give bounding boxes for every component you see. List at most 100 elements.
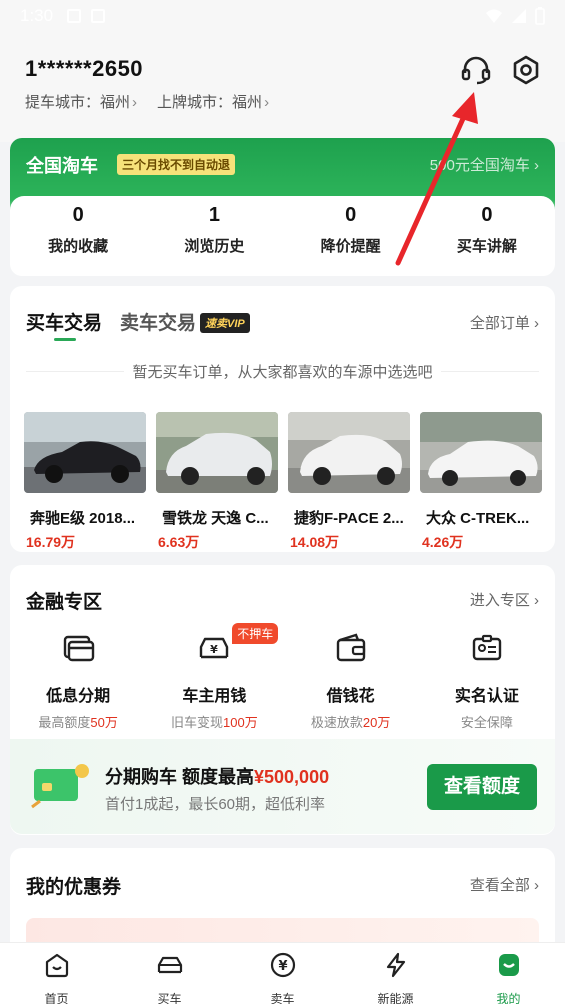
installment-amount: ¥500,000 <box>254 767 330 787</box>
car-card[interactable]: 雪铁龙 天逸 C... 6.63万 <box>156 412 278 552</box>
lightning-icon <box>386 952 405 978</box>
profile-icon <box>498 954 519 976</box>
tab-new-energy[interactable]: 新能源 <box>339 943 452 1004</box>
header-background <box>0 32 565 142</box>
see-all-label: 查看全部 <box>469 877 530 894</box>
stats-row: 0 我的收藏 1 浏览历史 0 降价提醒 0 买车讲解 <box>10 196 555 276</box>
headset-icon[interactable] <box>460 54 492 86</box>
installment-subtitle: 首付1成起，最长60期，超低利率 <box>105 796 326 813</box>
status-right <box>485 7 545 25</box>
orders-card: 买车交易 卖车交易 速卖VIP 全部订单 › 暂无买车订单，从大家都喜欢的车源中选… <box>10 286 555 552</box>
empty-orders-note: 暂无买车订单，从大家都喜欢的车源中选选吧 <box>10 361 555 382</box>
tab-label: 买车交易 <box>26 313 103 334</box>
car-photo <box>420 412 542 493</box>
car-card[interactable]: 捷豹F-PACE 2... 14.08万 <box>288 412 410 552</box>
installment-title-b: 额度最高 <box>182 767 255 787</box>
car-photo <box>156 412 278 493</box>
car-price: 6.63万 <box>158 534 200 550</box>
chevron-right-icon: › <box>529 315 539 332</box>
finance-options: 低息分期 最高额度50万 不押车 ¥ 车主用钱 旧车变现100万 借钱花 极速放… <box>10 623 555 731</box>
credit-card-icon <box>31 764 89 809</box>
finance-item-sub: 最高额度50万 <box>10 712 146 731</box>
finance-title: 金融专区 <box>26 592 103 613</box>
id-card-icon <box>472 634 502 661</box>
stat-label: 我的收藏 <box>48 238 109 255</box>
car-price: 16.79万 <box>26 534 76 550</box>
empty-orders-text: 暂无买车订单，从大家都喜欢的车源中选选吧 <box>124 364 441 381</box>
pickup-city-selector[interactable]: 提车城市：福州 › <box>25 91 137 112</box>
finance-item-title: 实名认证 <box>454 688 519 705</box>
settings-icon[interactable] <box>510 54 542 86</box>
finance-low-interest[interactable]: 低息分期 最高额度50万 <box>10 631 146 731</box>
all-orders-label: 全部订单 <box>469 315 530 332</box>
finance-item-sub-text: 安全保障 <box>460 715 513 730</box>
finance-real-name[interactable]: 实名认证 安全保障 <box>419 631 555 731</box>
svg-text:¥: ¥ <box>211 643 219 656</box>
finance-item-sub-text: 最高额度 <box>38 715 91 730</box>
chevron-right-icon: › <box>529 592 539 609</box>
plate-city-label: 上牌城市： <box>157 94 233 111</box>
tab-sell-car[interactable]: ¥ 卖车 <box>226 943 339 1004</box>
tab-home[interactable]: 首页 <box>0 943 113 1004</box>
wallet-icon <box>336 633 365 662</box>
installment-title-a: 分期购车 <box>105 767 177 787</box>
finance-card: 金融专区 进入专区 › 低息分期 最高额度50万 不押车 ¥ 车主用钱 旧车变现… <box>10 565 555 835</box>
all-orders-link[interactable]: 全部订单 › <box>470 312 539 333</box>
no-collateral-tag: 不押车 <box>232 623 279 644</box>
home-icon <box>45 953 68 978</box>
car-name: 大众 C-TREK... <box>426 510 530 527</box>
stat-buying-guide[interactable]: 0 买车讲解 <box>419 196 555 276</box>
finance-item-title: 借钱花 <box>326 688 375 705</box>
car-illustration <box>288 412 410 493</box>
signal-icon <box>512 9 526 23</box>
chevron-right-icon: › <box>132 94 138 111</box>
tab-buy-orders[interactable]: 买车交易 <box>26 308 103 341</box>
card-icon <box>63 635 95 662</box>
car-illustration <box>156 412 278 493</box>
stat-count: 1 <box>208 204 220 226</box>
pickup-city-value: 福州 <box>100 94 131 111</box>
status-bar: 1:30 <box>0 0 565 32</box>
finance-item-title: 车主用钱 <box>182 688 247 705</box>
finance-enter-link[interactable]: 进入专区 › <box>470 589 539 610</box>
promo-link[interactable]: 500元全国淘车 › <box>430 154 539 175</box>
finance-item-title: 低息分期 <box>46 688 111 705</box>
stat-price-alerts[interactable]: 0 降价提醒 <box>283 196 419 276</box>
stat-label: 降价提醒 <box>320 238 381 255</box>
check-limit-button[interactable]: 查看额度 <box>427 764 537 810</box>
finance-item-sub: 极速放款20万 <box>283 712 419 731</box>
tab-sell-orders[interactable]: 卖车交易 速卖VIP <box>120 308 250 335</box>
promo-card: 全国淘车 三个月找不到自动退 500元全国淘车 › 0 我的收藏 1 浏览历史 0 降… <box>10 138 555 276</box>
coupons-see-all-link[interactable]: 查看全部 › <box>470 874 539 895</box>
tab-label: 卖车交易 <box>120 313 197 334</box>
battery-icon <box>535 7 545 25</box>
finance-item-sub: 安全保障 <box>419 712 555 731</box>
tab-label: 卖车 <box>270 992 295 1004</box>
finance-owner-cash[interactable]: 不押车 ¥ 车主用钱 旧车变现100万 <box>146 623 282 731</box>
finance-borrow[interactable]: 借钱花 极速放款20万 <box>283 631 419 731</box>
chevron-right-icon: › <box>529 877 539 894</box>
plate-city-selector[interactable]: 上牌城市：福州 › <box>157 91 269 112</box>
car-card[interactable]: 大众 C-TREK... 4.26万 <box>420 412 542 552</box>
tab-label: 买车 <box>157 992 182 1004</box>
car-icon <box>157 956 182 974</box>
finance-enter-label: 进入专区 <box>469 592 530 609</box>
car-illustration <box>420 412 542 493</box>
status-time: 1:30 <box>20 6 54 25</box>
stat-count: 0 <box>481 204 493 226</box>
stat-history[interactable]: 1 浏览历史 <box>146 196 282 276</box>
finance-item-sub: 旧车变现100万 <box>146 712 282 731</box>
stat-favorites[interactable]: 0 我的收藏 <box>10 196 146 276</box>
gallery-notification-icon <box>67 9 82 23</box>
pickup-city-label: 提车城市： <box>25 94 101 111</box>
chevron-right-icon: › <box>264 94 270 111</box>
promo-title: 全国淘车 <box>26 156 98 176</box>
tab-profile[interactable]: 我的 <box>452 943 565 1004</box>
car-card[interactable]: 奔驰E级 2018... 16.79万 <box>24 412 146 552</box>
promo-link-text: 500元全国淘车 <box>429 157 530 174</box>
tab-buy-car[interactable]: 买车 <box>113 943 226 1004</box>
installment-banner: 分期购车 额度最高¥500,000 首付1成起，最长60期，超低利率 查看额度 <box>10 739 555 834</box>
app-notification-icon <box>91 9 106 23</box>
finance-item-sub-text: 极速放款 <box>310 715 363 730</box>
city-selectors: 提车城市：福州 › 上牌城市：福州 › <box>25 91 269 112</box>
